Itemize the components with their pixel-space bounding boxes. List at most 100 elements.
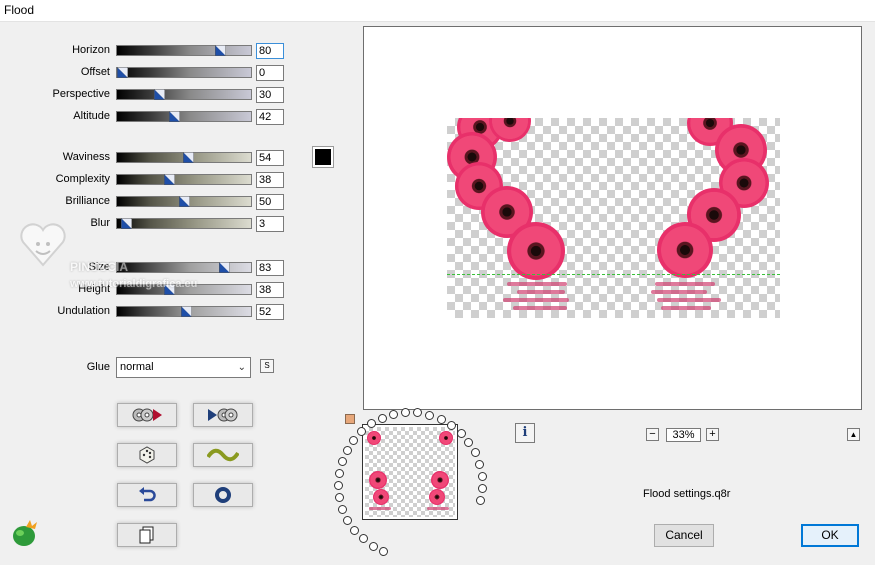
brilliance-slider[interactable] bbox=[116, 195, 252, 208]
complexity-slider-thumb[interactable] bbox=[163, 173, 176, 186]
navigator-ring-dot[interactable] bbox=[343, 446, 352, 455]
glue-select[interactable]: normal ⌄ bbox=[116, 357, 251, 378]
navigator-ring-dot[interactable] bbox=[379, 547, 388, 556]
complexity-slider[interactable] bbox=[116, 173, 252, 186]
brilliance-value-field[interactable]: 50 bbox=[256, 194, 284, 210]
randomize-button[interactable] bbox=[117, 443, 177, 467]
altitude-slider-thumb[interactable] bbox=[168, 110, 181, 123]
navigator-ring-dot[interactable] bbox=[334, 481, 343, 490]
glue-s-button[interactable]: S bbox=[260, 359, 274, 373]
save-preset-icon bbox=[208, 408, 238, 422]
zoom-out-button[interactable]: − bbox=[646, 428, 659, 441]
wave-button[interactable] bbox=[193, 443, 253, 467]
undulation-value-field[interactable]: 52 bbox=[256, 304, 284, 320]
navigator-ring-dot[interactable] bbox=[475, 460, 484, 469]
navigator-ring-dot[interactable] bbox=[335, 493, 344, 502]
navigator-ring-dot[interactable] bbox=[378, 414, 387, 423]
perspective-slider-thumb[interactable] bbox=[153, 88, 166, 101]
size-slider[interactable] bbox=[116, 261, 252, 274]
copy-button[interactable] bbox=[117, 523, 177, 547]
undulation-slider[interactable] bbox=[116, 305, 252, 318]
offset-slider[interactable] bbox=[116, 66, 252, 79]
horizon-label: Horizon bbox=[72, 44, 110, 56]
navigator-thumbnail[interactable] bbox=[362, 424, 458, 520]
save-preset-button[interactable] bbox=[193, 403, 253, 427]
undo-button[interactable] bbox=[117, 483, 177, 507]
app-logo bbox=[10, 519, 40, 547]
navigator-ring-dot[interactable] bbox=[478, 484, 487, 493]
navigator-ring-dot[interactable] bbox=[338, 505, 347, 514]
app-logo-icon bbox=[13, 520, 37, 546]
navigator-ring-dot[interactable] bbox=[476, 496, 485, 505]
glue-label: Glue bbox=[86, 361, 110, 373]
height-slider-thumb[interactable] bbox=[163, 283, 176, 296]
offset-value-field[interactable]: 0 bbox=[256, 65, 284, 81]
altitude-slider[interactable] bbox=[116, 110, 252, 123]
navigator-ring-dot[interactable] bbox=[369, 542, 378, 551]
cancel-button[interactable]: Cancel bbox=[654, 524, 714, 547]
waviness-label: Waviness bbox=[62, 151, 110, 163]
horizon-slider-thumb[interactable] bbox=[214, 44, 227, 57]
blur-row: Blur bbox=[0, 216, 110, 232]
navigator-ring-dot[interactable] bbox=[359, 534, 368, 543]
complexity-value-field[interactable]: 38 bbox=[256, 172, 284, 188]
navigator-ring-dot[interactable] bbox=[389, 410, 398, 419]
waviness-row: Waviness bbox=[0, 150, 110, 166]
navigator-ring-dot[interactable] bbox=[447, 421, 456, 430]
waviness-slider[interactable] bbox=[116, 151, 252, 164]
navigator-ring-dot[interactable] bbox=[343, 516, 352, 525]
size-label: Size bbox=[88, 261, 110, 273]
navigator-ring-dot[interactable] bbox=[425, 411, 434, 420]
waviness-value-field[interactable]: 54 bbox=[256, 150, 284, 166]
size-value-field[interactable]: 83 bbox=[256, 260, 284, 276]
load-preset-icon bbox=[132, 408, 162, 422]
window-title: Flood bbox=[4, 3, 35, 17]
navigator-ring-dot[interactable] bbox=[335, 469, 344, 478]
perspective-value-field[interactable]: 30 bbox=[256, 87, 284, 103]
brilliance-slider-thumb[interactable] bbox=[178, 195, 191, 208]
navigator-image bbox=[365, 427, 455, 517]
navigator-ring-dot[interactable] bbox=[457, 429, 466, 438]
info-button[interactable]: i bbox=[515, 423, 535, 443]
size-slider-thumb[interactable] bbox=[218, 261, 231, 274]
horizon-slider[interactable] bbox=[116, 44, 252, 57]
collapse-button[interactable]: ▲ bbox=[847, 428, 860, 441]
navigator-ring-dot[interactable] bbox=[401, 408, 410, 417]
blur-slider[interactable] bbox=[116, 217, 252, 230]
color-swatch[interactable] bbox=[312, 146, 334, 168]
randomize-dice-icon bbox=[139, 446, 155, 464]
navigator-handle[interactable] bbox=[345, 414, 355, 424]
undulation-label: Undulation bbox=[57, 305, 110, 317]
blur-value-field[interactable]: 3 bbox=[256, 216, 284, 232]
ok-button[interactable]: OK bbox=[801, 524, 859, 547]
navigator-ring-dot[interactable] bbox=[349, 436, 358, 445]
navigator-ring-dot[interactable] bbox=[471, 448, 480, 457]
navigator-ring-dot[interactable] bbox=[478, 472, 487, 481]
navigator-ring-dot[interactable] bbox=[367, 419, 376, 428]
altitude-row: Altitude bbox=[0, 109, 110, 125]
navigator-ring-dot[interactable] bbox=[413, 408, 422, 417]
navigator-ring-dot[interactable] bbox=[437, 415, 446, 424]
reset-button[interactable] bbox=[193, 483, 253, 507]
navigator-ring-dot[interactable] bbox=[350, 526, 359, 535]
size-row: Size bbox=[0, 260, 110, 276]
horizon-value-field[interactable]: 80 bbox=[256, 43, 284, 59]
preview-canvas[interactable] bbox=[363, 26, 862, 410]
complexity-row: Complexity bbox=[0, 172, 110, 188]
navigator-ring-dot[interactable] bbox=[464, 438, 473, 447]
undulation-slider-thumb[interactable] bbox=[180, 305, 193, 318]
navigator-ring-dot[interactable] bbox=[338, 457, 347, 466]
complexity-label: Complexity bbox=[55, 173, 110, 185]
blur-slider-thumb[interactable] bbox=[120, 217, 133, 230]
load-preset-button[interactable] bbox=[117, 403, 177, 427]
altitude-value-field[interactable]: 42 bbox=[256, 109, 284, 125]
height-slider[interactable] bbox=[116, 283, 252, 296]
waviness-slider-thumb[interactable] bbox=[182, 151, 195, 164]
navigator-ring-dot[interactable] bbox=[357, 427, 366, 436]
perspective-row: Perspective bbox=[0, 87, 110, 103]
offset-slider-thumb[interactable] bbox=[116, 66, 129, 79]
height-value-field[interactable]: 38 bbox=[256, 282, 284, 298]
reset-ring-icon bbox=[215, 487, 231, 503]
perspective-slider[interactable] bbox=[116, 88, 252, 101]
zoom-in-button[interactable]: + bbox=[706, 428, 719, 441]
